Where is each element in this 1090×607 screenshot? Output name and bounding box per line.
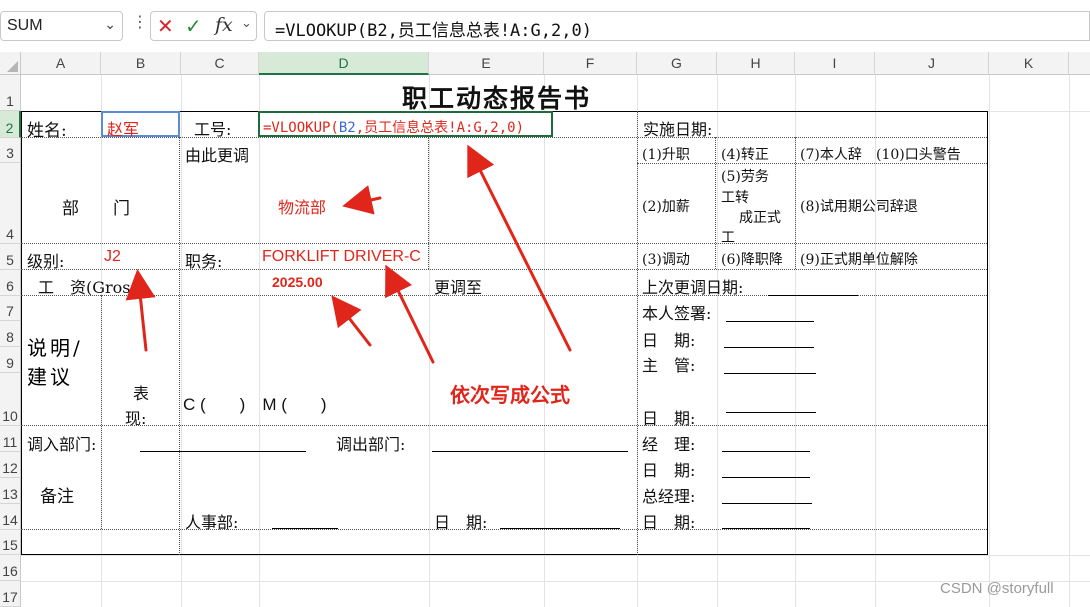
arrow-to-level [125,269,156,352]
arrow-to-salary [331,295,372,347]
watermark: CSDN @storyfull [940,580,1054,597]
arrow-to-formula [467,144,572,352]
arrow-to-position [385,264,435,364]
annotation-arrows [125,144,572,364]
arrow-to-department [342,185,382,215]
